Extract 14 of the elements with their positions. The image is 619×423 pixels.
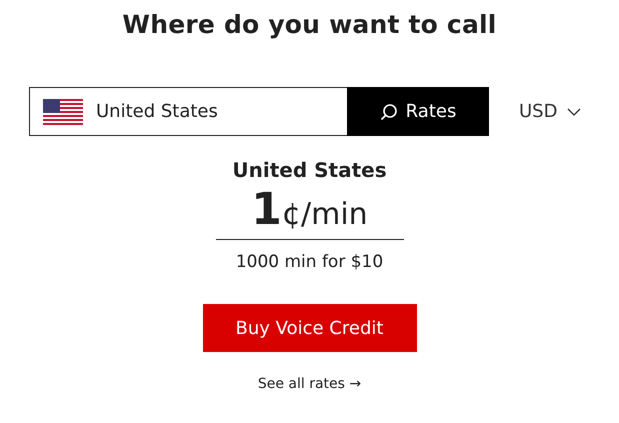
bundle-text: 1000 min for $10	[236, 252, 384, 272]
price-amount: 1	[251, 184, 282, 235]
search-icon	[380, 102, 398, 120]
page-title: Where do you want to call	[122, 10, 497, 39]
buy-voice-credit-button[interactable]: Buy Voice Credit	[202, 304, 416, 352]
rates-button[interactable]: Rates	[347, 87, 489, 136]
chevron-down-icon	[567, 108, 582, 116]
country-name: United States	[232, 158, 387, 182]
country-field[interactable]: United States	[29, 87, 347, 136]
flag-icon	[43, 98, 83, 124]
currency-dropdown[interactable]: USD	[519, 101, 582, 122]
price-unit: ¢/min	[282, 197, 368, 232]
see-all-rates-link[interactable]: See all rates →	[258, 376, 362, 392]
country-input[interactable]: United States	[96, 101, 326, 122]
